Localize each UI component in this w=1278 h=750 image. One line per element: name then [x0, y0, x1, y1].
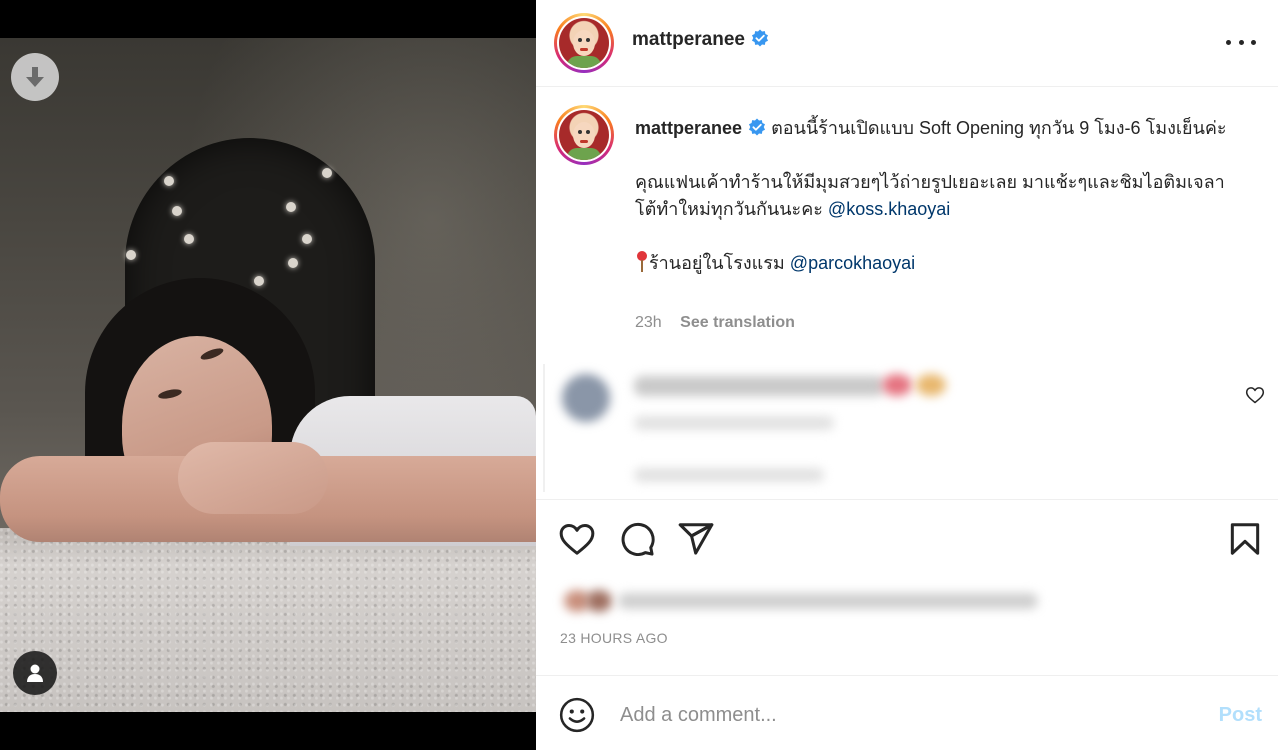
verified-badge-icon	[749, 118, 766, 136]
photo-light	[288, 258, 298, 268]
comment-avatar-blurred	[562, 374, 610, 422]
mention-link-koss-khaoyai[interactable]: @koss.khaoyai	[828, 199, 950, 219]
caption-avatar-story-ring[interactable]	[554, 105, 614, 165]
comment-emoji-blurred	[882, 374, 912, 396]
author-avatar-story-ring[interactable]	[554, 13, 614, 73]
save-button[interactable]	[1226, 520, 1264, 558]
comment-meta-blurred	[634, 416, 834, 430]
caption-text: mattperanee ตอนนี้ร้านเปิดแบบ Soft Openi…	[635, 115, 1245, 277]
author-username[interactable]: mattperanee	[632, 29, 769, 51]
comment-button[interactable]	[618, 520, 656, 558]
avatar	[559, 110, 609, 160]
photo-light	[254, 276, 264, 286]
caption-username[interactable]: mattperanee	[635, 118, 742, 138]
photo-light	[286, 202, 296, 212]
photo-hands	[178, 442, 328, 514]
download-button[interactable]	[11, 53, 59, 101]
username-text[interactable]: mattperanee	[632, 29, 745, 50]
caption-meta: 23h See translation	[635, 314, 795, 332]
caption-paragraph-3: ร้านอยู่ในโรงแรม	[649, 253, 790, 273]
post-actions	[536, 500, 1278, 580]
comment-emoji-blurred	[916, 374, 946, 396]
post-header: mattperanee	[536, 0, 1278, 87]
round-pushpin-icon	[635, 251, 647, 273]
post-side-panel: mattperanee mattperanee ตอนนี้ร้านเปิดแบ…	[536, 0, 1278, 750]
heart-icon	[559, 524, 595, 555]
comment-composer: Post	[536, 675, 1278, 750]
likes-summary-blurred[interactable]	[558, 586, 1048, 614]
see-translation-button[interactable]: See translation	[680, 314, 795, 331]
comment-bubble-icon	[621, 522, 655, 556]
comment-text-blurred	[634, 376, 884, 396]
avatar	[559, 18, 609, 68]
verified-badge-icon	[751, 29, 769, 47]
user-icon	[27, 664, 43, 682]
photo-light	[172, 206, 182, 216]
post-photo[interactable]	[0, 38, 536, 712]
photo-light	[126, 250, 136, 260]
more-horizontal-icon	[1226, 39, 1231, 45]
emoji-button[interactable]	[558, 696, 596, 734]
mention-link-parcokhaoyai[interactable]: @parcokhaoyai	[790, 253, 915, 273]
post-timestamp[interactable]: 23 HOURS AGO	[560, 630, 668, 646]
paper-plane-icon	[678, 523, 714, 555]
more-options-button[interactable]	[1226, 30, 1256, 54]
caption-line-1: ตอนนี้ร้านเปิดแบบ Soft Opening ทุกวัน 9 …	[771, 118, 1227, 138]
like-button[interactable]	[558, 520, 596, 558]
smiley-icon	[559, 697, 595, 733]
caption-relative-time[interactable]: 23h	[635, 314, 662, 331]
photo-light	[322, 168, 332, 178]
bookmark-icon	[1230, 523, 1260, 555]
user-tags-button[interactable]	[13, 651, 57, 695]
photo-ledge	[0, 528, 536, 712]
comment-input[interactable]	[620, 698, 1180, 732]
comment-item-blurred	[536, 356, 1278, 500]
post-caption: mattperanee ตอนนี้ร้านเปิดแบบ Soft Openi…	[536, 88, 1278, 356]
post-media	[0, 0, 536, 750]
share-button[interactable]	[677, 520, 715, 558]
post-comment-button[interactable]: Post	[1219, 704, 1262, 727]
comment-like-heart-icon[interactable]	[1245, 385, 1265, 405]
thread-line	[543, 364, 545, 492]
photo-light	[184, 234, 194, 244]
arrow-down-circle-icon	[26, 67, 44, 87]
view-replies-blurred	[634, 468, 824, 482]
photo-light	[164, 176, 174, 186]
photo-light	[302, 234, 312, 244]
